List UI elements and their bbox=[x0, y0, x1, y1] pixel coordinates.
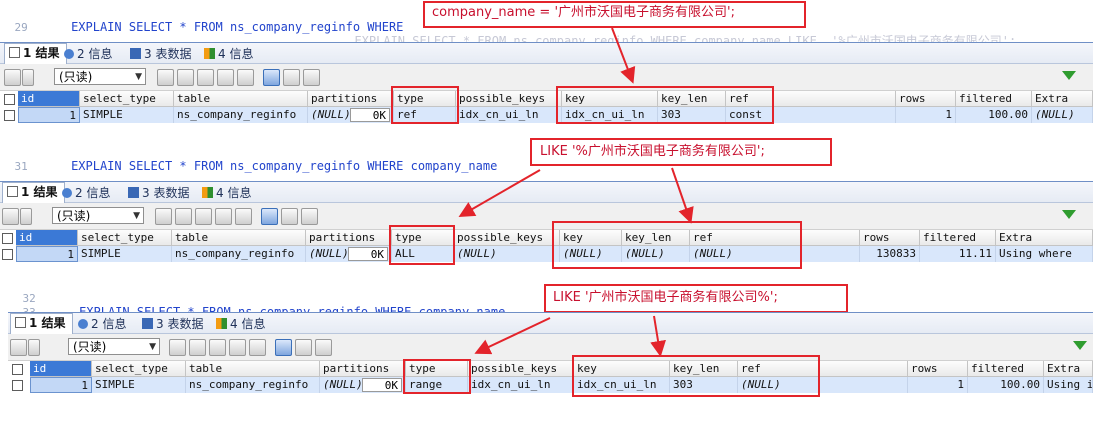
annotation-arrows bbox=[458, 27, 694, 357]
arrow-to-key bbox=[650, 315, 666, 357]
arrow-to-type bbox=[458, 169, 541, 217]
arrow-to-type bbox=[474, 317, 551, 355]
arrow-to-key bbox=[671, 167, 694, 224]
arrow-to-key bbox=[611, 27, 636, 84]
